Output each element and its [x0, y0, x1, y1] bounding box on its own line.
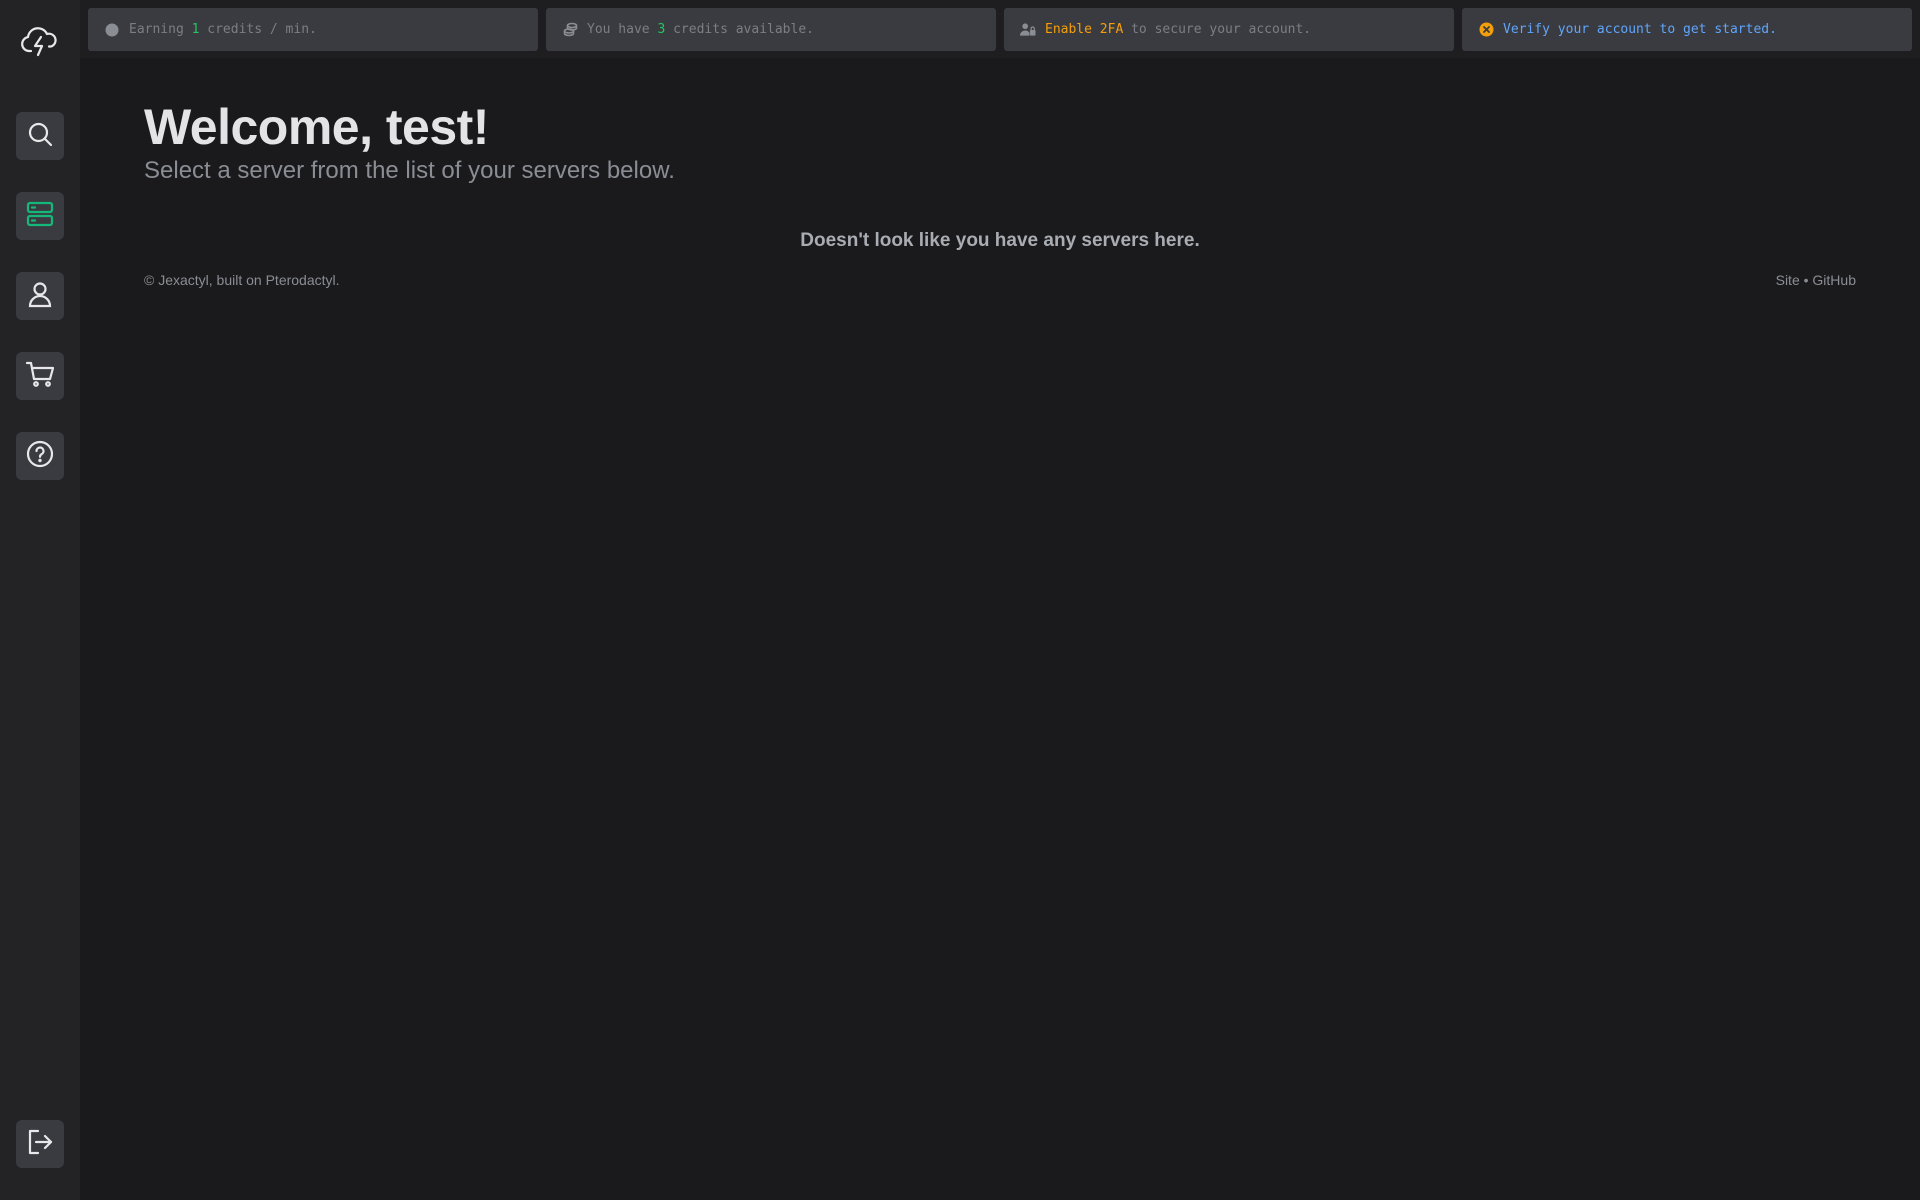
twofa-text: to secure your account.: [1123, 22, 1312, 37]
credits-text-pre: You have: [587, 22, 658, 37]
sidebar-item-store[interactable]: [16, 352, 64, 400]
earning-text-pre: Earning: [129, 22, 192, 37]
sidebar-item-servers[interactable]: [16, 192, 64, 240]
twofa-notice[interactable]: Enable 2FA to secure your account.: [1004, 8, 1454, 51]
empty-servers-message: Doesn't look like you have any servers h…: [800, 230, 1200, 251]
user-lock-icon: [1020, 22, 1036, 38]
credits-notice: You have 3 credits available.: [546, 8, 996, 51]
earning-notice: Earning 1 credits / min.: [88, 8, 538, 51]
credits-text-post: credits available.: [665, 22, 814, 37]
coins-icon: [562, 22, 578, 38]
page-title: Welcome, test!: [144, 99, 489, 155]
circle-icon: [104, 22, 120, 38]
sidebar: [0, 0, 80, 1200]
logout-icon: [26, 1128, 54, 1160]
footer-links: Site • GitHub: [1776, 272, 1856, 288]
site-link[interactable]: Site: [1776, 272, 1800, 288]
user-icon: [26, 280, 54, 312]
copyright-text: © Jexactyl, built on Pterodactyl.: [144, 272, 340, 288]
footer-separator: •: [1799, 272, 1813, 288]
cart-icon: [25, 360, 55, 392]
notification-bar: Earning 1 credits / min. You have 3 cred…: [80, 0, 1920, 58]
help-icon: [26, 440, 54, 472]
sidebar-item-account[interactable]: [16, 272, 64, 320]
credits-amount: 3: [657, 22, 666, 37]
x-circle-icon: [1478, 22, 1494, 38]
server-icon: [26, 200, 54, 232]
sidebar-item-help[interactable]: [16, 432, 64, 480]
twofa-highlight[interactable]: Enable 2FA: [1045, 22, 1123, 37]
page-subtitle: Select a server from the list of your se…: [144, 157, 675, 184]
logout-button[interactable]: [16, 1120, 64, 1168]
cloud-lightning-icon[interactable]: [20, 20, 60, 60]
github-link[interactable]: GitHub: [1812, 272, 1856, 288]
search-icon: [26, 120, 54, 152]
sidebar-item-search[interactable]: [16, 112, 64, 160]
earning-rate: 1: [191, 22, 200, 37]
verify-notice[interactable]: Verify your account to get started.: [1462, 8, 1912, 51]
verify-link[interactable]: Verify your account to get started.: [1503, 22, 1777, 37]
earning-text-post: credits / min.: [199, 22, 317, 37]
